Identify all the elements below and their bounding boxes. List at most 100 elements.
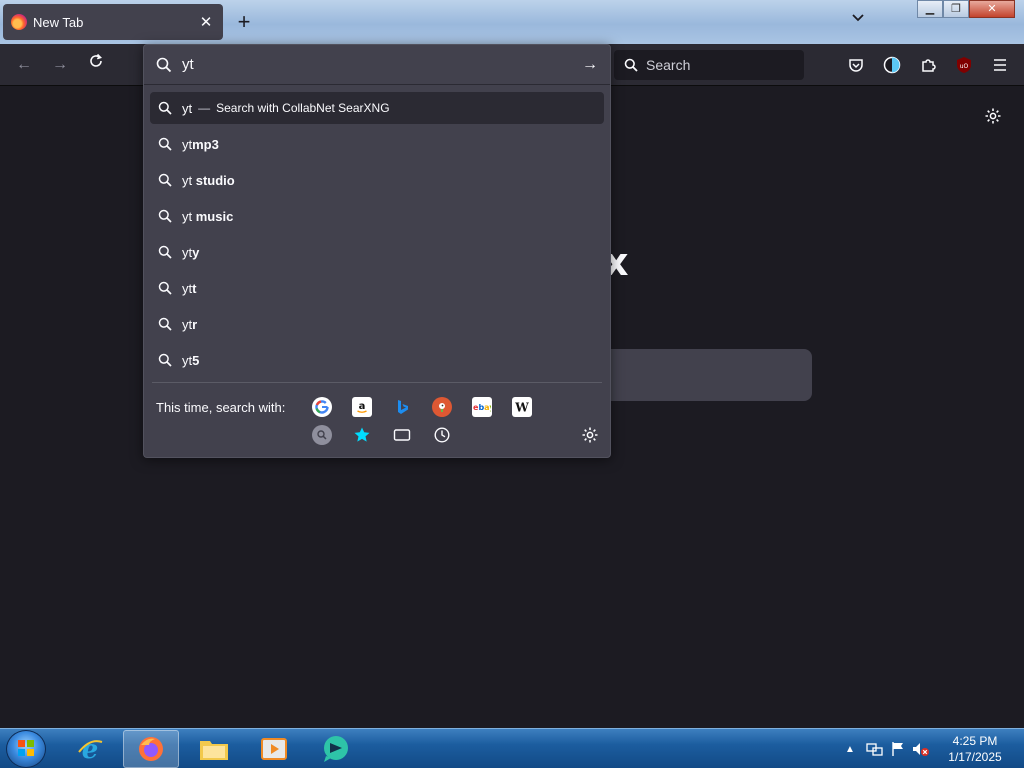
reload-icon (90, 53, 102, 67)
result-row[interactable]: ytt (150, 270, 604, 306)
new-tab-button[interactable]: + (232, 8, 256, 36)
svg-text:ebay: ebay (473, 403, 491, 412)
result-text: ytmp3 (182, 136, 219, 152)
chevron-down-icon (852, 14, 864, 22)
back-button[interactable]: ← (12, 53, 36, 77)
action-center-flag-icon[interactable] (888, 740, 908, 758)
file-explorer-taskbar-button[interactable] (186, 730, 242, 768)
go-button[interactable]: → (578, 56, 602, 74)
restore-button[interactable]: ❐ (943, 0, 969, 18)
extensions-button[interactable] (916, 53, 940, 77)
result-row[interactable]: yty (150, 234, 604, 270)
bookmarks-icon[interactable] (352, 425, 372, 445)
volume-muted-icon[interactable] (910, 740, 932, 758)
duckduckgo-icon[interactable] (432, 397, 452, 417)
result-text: yty (182, 244, 200, 260)
pocket-button[interactable] (844, 53, 868, 77)
search-icon (624, 58, 638, 72)
internet-explorer-icon: e (78, 735, 103, 764)
firefox-taskbar-button[interactable] (123, 730, 179, 768)
results-list: yt — Search with CollabNet SearXNG ytmp3… (150, 92, 604, 378)
media-player-icon (261, 738, 287, 760)
window-controls: ▁ ❐ ✕ (917, 0, 1015, 19)
ublock-icon: uO (957, 57, 971, 73)
close-window-button[interactable]: ✕ (969, 0, 1015, 18)
bing-icon[interactable] (392, 397, 412, 417)
result-row[interactable]: yt music (150, 198, 604, 234)
firefox-icon (11, 14, 27, 30)
result-row[interactable]: yt — Search with CollabNet SearXNG (150, 92, 604, 124)
result-separator: — (198, 101, 211, 115)
search-icon (158, 317, 172, 331)
result-text: ytt (182, 280, 197, 296)
result-row[interactable]: yt5 (150, 342, 604, 378)
search-bar[interactable]: Search (614, 50, 804, 80)
taskbar: e ▲ 4:25 PM 1/17/2025 (0, 728, 1024, 768)
oneoff-label: This time, search with: (156, 400, 286, 415)
svg-text:e: e (82, 735, 99, 764)
result-text: ytr (182, 316, 198, 332)
puzzle-icon (922, 59, 936, 72)
network-icon[interactable] (864, 740, 886, 758)
tab-strip: New Tab ✕ + ▁ ❐ ✕ (0, 0, 1024, 44)
forward-button[interactable]: → (48, 53, 72, 77)
wikipedia-icon[interactable]: W (512, 397, 532, 417)
hamburger-icon (994, 59, 1006, 71)
media-player-taskbar-button[interactable] (246, 730, 302, 768)
result-row[interactable]: yt studio (150, 162, 604, 198)
internet-explorer-taskbar-button[interactable]: e (62, 730, 118, 768)
show-hidden-icons-button[interactable]: ▲ (842, 744, 858, 755)
search-icon (158, 353, 172, 367)
ebay-icon[interactable]: ebay (472, 397, 492, 417)
folder-icon (200, 741, 228, 760)
tab-new-tab[interactable]: New Tab ✕ (3, 4, 223, 40)
urlbar-dropdown: yt → yt — Search with CollabNet SearXNG … (143, 44, 611, 458)
chat-app-icon (324, 736, 348, 762)
search-icon (158, 173, 172, 187)
windows-logo-icon (18, 740, 34, 756)
svg-text:uO: uO (960, 63, 969, 70)
firefox-icon (139, 737, 163, 761)
search-icon (158, 209, 172, 223)
history-icon[interactable] (432, 425, 452, 445)
system-clock[interactable]: 4:25 PM 1/17/2025 (940, 733, 1010, 765)
oneoff-divider (152, 382, 602, 383)
svg-text:W: W (514, 401, 529, 415)
result-row[interactable]: ytmp3 (150, 126, 604, 162)
tab-close-button[interactable]: ✕ (197, 13, 215, 31)
reload-button[interactable] (84, 53, 108, 77)
search-icon (158, 281, 172, 295)
page-search-box[interactable] (600, 349, 812, 401)
tab-title: New Tab (33, 14, 84, 30)
chat-app-taskbar-button[interactable] (308, 730, 364, 768)
pocket-icon (849, 59, 863, 72)
contrast-icon (883, 56, 901, 74)
result-action: Search with CollabNet SearXNG (216, 101, 390, 115)
search-icon (158, 245, 172, 259)
search-icon[interactable] (312, 425, 332, 445)
amazon-icon[interactable]: a (352, 397, 372, 417)
gear-icon (582, 427, 598, 443)
tabs-icon[interactable] (392, 425, 412, 445)
google-icon[interactable] (312, 397, 332, 417)
result-row[interactable]: ytr (150, 306, 604, 342)
result-text: yt studio (182, 172, 235, 188)
clock-time: 4:25 PM (952, 734, 998, 748)
search-settings-button[interactable] (578, 423, 602, 447)
urlbar[interactable]: yt → (144, 45, 610, 85)
result-text: yt (182, 100, 193, 116)
minimize-button[interactable]: ▁ (917, 0, 943, 18)
svg-text:a: a (359, 401, 366, 412)
urlbar-input[interactable]: yt (182, 56, 578, 73)
start-button[interactable] (6, 730, 46, 768)
search-icon (156, 57, 172, 72)
result-text: yt music (182, 208, 234, 224)
search-icon (158, 137, 172, 151)
list-all-tabs-button[interactable] (848, 10, 868, 32)
search-bar-label: Search (646, 57, 691, 73)
dark-reader-button[interactable] (880, 53, 904, 77)
page-settings-button[interactable] (981, 104, 1005, 128)
ublock-origin-button[interactable]: uO (952, 53, 976, 77)
menu-button[interactable] (988, 53, 1012, 77)
result-text: yt5 (182, 352, 200, 368)
